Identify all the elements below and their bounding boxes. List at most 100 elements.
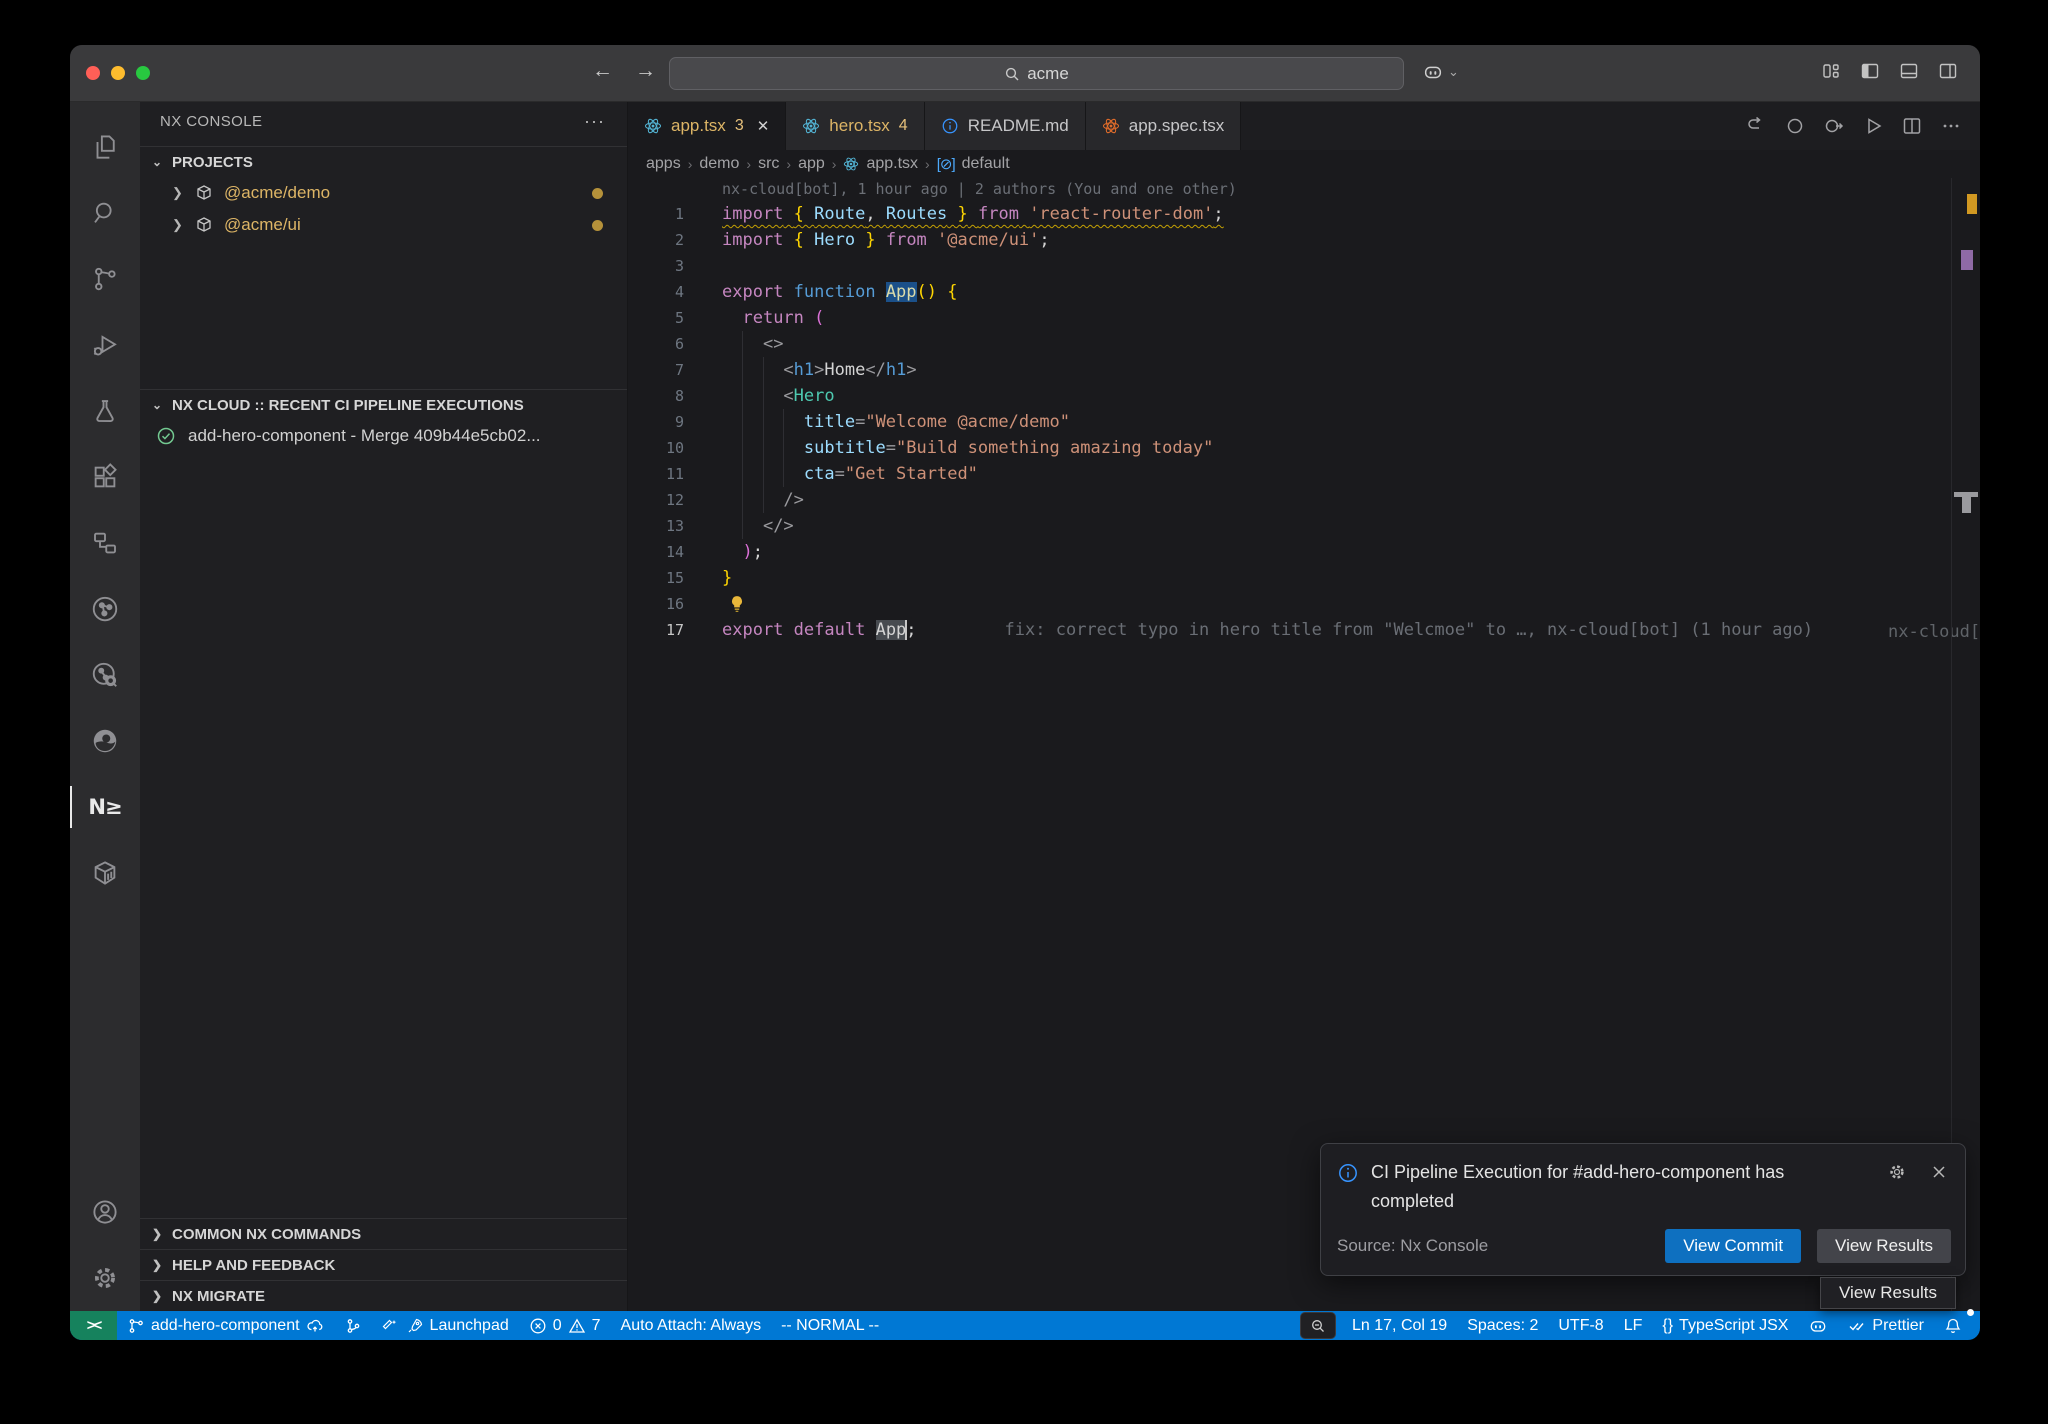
- section-nx-cloud[interactable]: ⌄ NX CLOUD :: RECENT CI PIPELINE EXECUTI…: [140, 390, 627, 420]
- activity-nx-graph[interactable]: [70, 576, 140, 642]
- notifications-status[interactable]: [1934, 1311, 1972, 1340]
- code-line[interactable]: 2import { Hero } from '@acme/ui';: [628, 227, 1980, 253]
- formatter-status[interactable]: Prettier: [1838, 1311, 1934, 1340]
- code-line[interactable]: 6 <>: [628, 331, 1980, 357]
- sync-icon[interactable]: [1784, 115, 1806, 137]
- code-line[interactable]: 11 cta="Get Started": [628, 461, 1980, 487]
- project-item-acme-ui[interactable]: ❯ @acme/ui: [140, 209, 627, 241]
- tab-label: app.spec.tsx: [1129, 116, 1224, 136]
- toggle-panel-icon[interactable]: [1899, 61, 1919, 81]
- activity-nx-graph-search[interactable]: [70, 642, 140, 708]
- vim-mode-status[interactable]: -- NORMAL --: [771, 1311, 889, 1340]
- code-line[interactable]: 4export function App() {: [628, 279, 1980, 305]
- tab-app-tsx[interactable]: app.tsx 3 ✕: [628, 102, 786, 150]
- git-graph-status[interactable]: [334, 1311, 372, 1340]
- settings-menu[interactable]: [70, 1245, 140, 1311]
- split-editor-icon[interactable]: [1901, 115, 1923, 137]
- launchpad-status[interactable]: Launchpad: [372, 1311, 519, 1340]
- breadcrumb-item[interactable]: app: [798, 155, 825, 173]
- view-results-button[interactable]: View Results: [1817, 1229, 1951, 1263]
- activity-containers[interactable]: [70, 840, 140, 906]
- tab-readme-md[interactable]: README.md: [925, 102, 1086, 150]
- project-item-acme-demo[interactable]: ❯ @acme/demo: [140, 177, 627, 209]
- auto-attach-status[interactable]: Auto Attach: Always: [611, 1311, 772, 1340]
- close-tab-icon[interactable]: ✕: [757, 117, 770, 135]
- section-projects[interactable]: ⌄ PROJECTS: [140, 147, 627, 177]
- breadcrumb-item[interactable]: demo: [699, 155, 739, 173]
- notification-dot: [1967, 1309, 1974, 1316]
- open-preview-icon[interactable]: [1823, 115, 1845, 137]
- back-arrow-icon[interactable]: ←: [592, 59, 613, 83]
- activity-extensions[interactable]: [70, 444, 140, 510]
- breadcrumb-item[interactable]: apps: [646, 155, 681, 173]
- remote-indicator[interactable]: ><: [70, 1311, 117, 1340]
- section-common-nx-commands[interactable]: ❯ COMMON NX COMMANDS: [140, 1218, 627, 1249]
- activity-bar: N≥: [70, 102, 140, 1311]
- close-window-button[interactable]: [86, 66, 100, 80]
- double-check-icon: [1848, 1317, 1866, 1335]
- code-line[interactable]: 8 <Hero: [628, 383, 1980, 409]
- git-blame-header[interactable]: nx-cloud[bot], 1 hour ago | 2 authors (Y…: [628, 178, 1980, 201]
- activity-search[interactable]: [70, 180, 140, 246]
- lightbulb-icon[interactable]: [728, 595, 746, 613]
- eol-status[interactable]: LF: [1614, 1311, 1653, 1340]
- toggle-secondary-sidebar-icon[interactable]: [1938, 61, 1958, 81]
- tab-hero-tsx[interactable]: hero.tsx 4: [786, 102, 924, 150]
- indentation-status[interactable]: Spaces: 2: [1457, 1311, 1548, 1340]
- activity-references[interactable]: [70, 510, 140, 576]
- section-nx-migrate[interactable]: ❯ NX MIGRATE: [140, 1280, 627, 1311]
- breadcrumb-item[interactable]: default: [962, 155, 1010, 173]
- activity-run-debug[interactable]: [70, 312, 140, 378]
- customize-layout-icon[interactable]: [1821, 61, 1841, 81]
- chevron-right-icon: ›: [786, 156, 791, 172]
- maximize-window-button[interactable]: [136, 66, 150, 80]
- more-actions-icon[interactable]: [1940, 115, 1962, 137]
- forward-arrow-icon[interactable]: →: [635, 59, 656, 83]
- copilot-menu[interactable]: ⌄: [1422, 61, 1459, 83]
- more-actions-icon[interactable]: ···: [584, 111, 605, 132]
- cursor-position-status[interactable]: Ln 17, Col 19: [1342, 1311, 1457, 1340]
- pipeline-execution-item[interactable]: add-hero-component - Merge 409b44e5cb02.…: [140, 420, 627, 452]
- code-line[interactable]: 9 title="Welcome @acme/demo": [628, 409, 1980, 435]
- code-line[interactable]: 3: [628, 253, 1980, 279]
- command-center-search[interactable]: acme: [669, 57, 1404, 90]
- git-branch-icon: [127, 1317, 145, 1335]
- view-commit-button[interactable]: View Commit: [1665, 1229, 1801, 1263]
- section-help-and-feedback[interactable]: ❯ HELP AND FEEDBACK: [140, 1249, 627, 1280]
- activity-testing[interactable]: [70, 378, 140, 444]
- accounts-menu[interactable]: [70, 1179, 140, 1245]
- window-controls: [86, 66, 150, 80]
- problems-status[interactable]: 0 7: [519, 1311, 611, 1340]
- copilot-status[interactable]: [1798, 1311, 1838, 1340]
- code-line[interactable]: 7 <h1>Home</h1>: [628, 357, 1980, 383]
- code-line[interactable]: 5 return (: [628, 305, 1980, 331]
- encoding-status[interactable]: UTF-8: [1548, 1311, 1613, 1340]
- editor-group: app.tsx 3 ✕ hero.tsx 4 README.md: [628, 102, 1980, 1311]
- activity-explorer[interactable]: [70, 114, 140, 180]
- zoom-out-overlay[interactable]: [1300, 1312, 1336, 1339]
- code-line[interactable]: 17export default App;fix: correct typo i…: [628, 617, 1980, 643]
- toggle-sidebar-icon[interactable]: [1860, 61, 1880, 81]
- open-changes-icon[interactable]: [1745, 115, 1767, 137]
- code-line[interactable]: 14 );: [628, 539, 1980, 565]
- language-mode-status[interactable]: {} TypeScript JSX: [1652, 1311, 1798, 1340]
- activity-edge-browser[interactable]: [70, 708, 140, 774]
- line-number: 12: [628, 487, 684, 513]
- gear-icon[interactable]: [1887, 1162, 1907, 1182]
- close-icon[interactable]: [1929, 1162, 1949, 1182]
- code-line[interactable]: 15}: [628, 565, 1980, 591]
- tab-app-spec-tsx[interactable]: app.spec.tsx: [1086, 102, 1241, 150]
- code-line[interactable]: 10 subtitle="Build something amazing tod…: [628, 435, 1980, 461]
- activity-source-control[interactable]: [70, 246, 140, 312]
- git-branch-status[interactable]: add-hero-component: [117, 1311, 334, 1340]
- code-line[interactable]: 16: [628, 591, 1980, 617]
- breadcrumb-item[interactable]: app.tsx: [866, 155, 918, 173]
- code-editor[interactable]: nx-cloud[bot], 1 hour ago | 2 authors (Y…: [628, 178, 1980, 1311]
- activity-nx-console[interactable]: N≥: [70, 774, 140, 840]
- code-line[interactable]: 12 />: [628, 487, 1980, 513]
- breadcrumb-item[interactable]: src: [758, 155, 779, 173]
- code-line[interactable]: 13 </>: [628, 513, 1980, 539]
- minimize-window-button[interactable]: [111, 66, 125, 80]
- code-line[interactable]: 1import { Route, Routes } from 'react-ro…: [628, 201, 1980, 227]
- run-icon[interactable]: [1862, 115, 1884, 137]
